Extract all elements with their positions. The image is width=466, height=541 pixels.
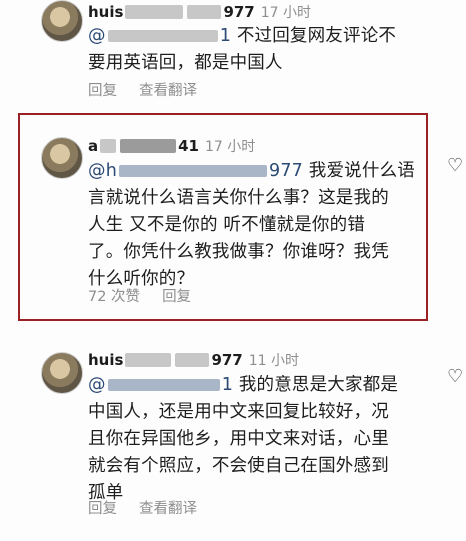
comment-line: 我的意思是大家都是 — [238, 375, 399, 395]
avatar[interactable] — [41, 352, 83, 394]
username[interactable]: huis — [88, 3, 123, 21]
username-suffix: 977 — [211, 351, 243, 369]
comment-line: 就会有个照应，不会使自己在国外感到 — [88, 456, 389, 476]
comment-header: huis 977 11 小时 — [88, 350, 299, 370]
comment-line: 不过回复网友评论不 — [236, 26, 397, 46]
comment-text: @1 不过回复网友评论不 要用英语回，都是中国人 — [88, 23, 418, 77]
mention[interactable]: @1 — [88, 375, 233, 395]
redacted-username — [120, 139, 177, 153]
username[interactable]: a — [88, 137, 98, 155]
comment-time: 17 小时 — [205, 139, 256, 155]
comment-line: 要用英语回，都是中国人 — [88, 53, 283, 73]
comment-header: huis 977 17 小时 — [88, 2, 311, 22]
comment-actions: 72 次赞 回复 — [88, 285, 191, 306]
comment-time: 17 小时 — [260, 5, 312, 21]
avatar[interactable] — [41, 0, 83, 42]
redacted-username — [187, 5, 222, 19]
username-suffix: 977 — [223, 3, 255, 21]
comment-line: 且你在异国他乡，用中文来对话，心里 — [88, 429, 389, 449]
like-count[interactable]: 72 次赞 — [88, 285, 140, 306]
comment-actions: 回复 查看翻译 — [88, 497, 197, 518]
comment-time: 11 小时 — [248, 353, 300, 369]
comment-1: huis 977 17 小时 @1 不过回复网友评论不 要用英语回，都是中国人 … — [0, 0, 466, 105]
username[interactable]: huis — [88, 351, 123, 369]
mention[interactable]: @h 977 — [88, 161, 303, 181]
comment-actions: 回复 查看翻译 — [88, 79, 197, 100]
comment-line: 了。你凭什么教我做事？你谁呀？我凭 — [88, 242, 389, 262]
comment-text: @1 我的意思是大家都是 中国人，还是用中文来回复比较好，况 且你在异国他乡，用… — [88, 372, 418, 507]
comment-2: a 41 17 小时 @h 977 我爱说什么语 言就说什么语言关你什么事？这是我… — [0, 113, 466, 321]
comment-line: 中国人，还是用中文来回复比较好，况 — [88, 402, 389, 422]
redacted-username — [125, 5, 184, 19]
comment-header: a 41 17 小时 — [88, 136, 255, 156]
comment-line: 我爱说什么语 — [308, 161, 415, 181]
translate-button[interactable]: 查看翻译 — [139, 497, 197, 518]
avatar[interactable] — [41, 137, 83, 179]
reply-button[interactable]: 回复 — [88, 497, 117, 518]
mention[interactable]: @1 — [88, 26, 231, 46]
redacted-username — [175, 353, 210, 367]
reply-button[interactable]: 回复 — [88, 79, 117, 100]
comment-line: 言就说什么语言关你什么事？这是我的 — [88, 188, 389, 208]
comment-3: huis 977 11 小时 @1 我的意思是大家都是 中国人，还是用中文来回复… — [0, 344, 466, 534]
username-suffix: 41 — [178, 137, 199, 155]
translate-button[interactable]: 查看翻译 — [139, 79, 197, 100]
heart-outline-icon[interactable]: ♡ — [447, 368, 466, 386]
redacted-username — [125, 353, 172, 367]
comment-text: @h 977 我爱说什么语 言就说什么语言关你什么事？这是我的 人生 又不是你的 … — [88, 158, 418, 293]
redacted-username — [100, 139, 117, 153]
comment-line: 人生 又不是你的 听不懂就是你的错 — [88, 215, 366, 235]
reply-button[interactable]: 回复 — [162, 285, 191, 306]
heart-outline-icon[interactable]: ♡ — [447, 157, 466, 175]
